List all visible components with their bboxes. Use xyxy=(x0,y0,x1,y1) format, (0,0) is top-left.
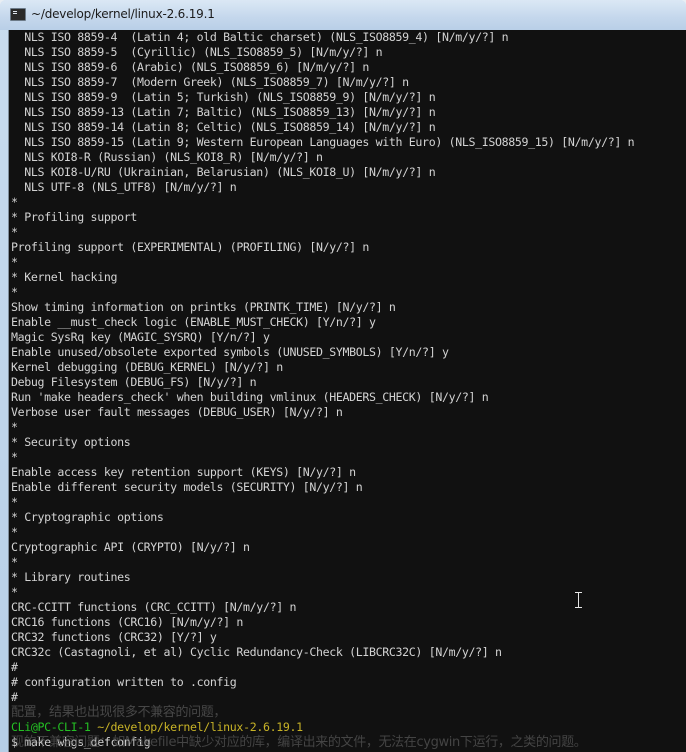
terminal-line: NLS ISO 8859-6 (Arabic) (NLS_ISO8859_6) … xyxy=(11,60,370,74)
terminal-line: * Kernel hacking xyxy=(11,270,118,284)
terminal-line: * Security options xyxy=(11,435,131,449)
terminal-line: * xyxy=(11,225,18,239)
terminal-line: NLS UTF-8 (NLS_UTF8) [N/m/y/?] n xyxy=(11,180,237,194)
terminal-line: CRC32 functions (CRC32) [Y/?] y xyxy=(11,630,217,644)
terminal-line: Cryptographic API (CRYPTO) [N/y/?] n xyxy=(11,540,250,554)
terminal-line: NLS ISO 8859-14 (Latin 8; Celtic) (NLS_I… xyxy=(11,120,436,134)
terminal-line: * xyxy=(11,555,18,569)
terminal-line: * xyxy=(11,255,18,269)
terminal-line: # configuration written to .config xyxy=(11,675,237,689)
terminal-line: Run 'make headers_check' when building v… xyxy=(11,390,489,404)
terminal-line: * xyxy=(11,195,18,209)
terminal-line: * Cryptographic options xyxy=(11,510,164,524)
terminal-line: * xyxy=(11,585,18,599)
terminal-line: NLS ISO 8859-15 (Latin 9; Western Europe… xyxy=(11,135,635,149)
terminal-line: CRC-CCITT functions (CRC_CCITT) [N/m/y/?… xyxy=(11,600,297,614)
output-lines: NLS ISO 8859-4 (Latin 4; old Baltic char… xyxy=(11,30,635,750)
terminal-line: * xyxy=(11,285,18,299)
text-cursor-icon xyxy=(575,592,582,608)
terminal-line: CRC16 functions (CRC16) [N/m/y/?] n xyxy=(11,615,244,629)
command-line[interactable]: $ make whgs_defconfig 现的不兼容问题：如Makefile中缺… xyxy=(11,735,634,750)
terminal-line: Enable access key retention support (KEY… xyxy=(11,465,356,479)
window-title: ~/develop/kernel/linux-2.6.19.1 xyxy=(31,7,215,21)
shell-prompt: CLi@PC-CLI-1 ~/develop/kernel/linux-2.6.… xyxy=(11,720,634,735)
terminal-line: Debug Filesystem (DEBUG_FS) [N/y/?] n xyxy=(11,375,257,389)
terminal-window: ~/develop/kernel/linux-2.6.19.1 Linux内核c… xyxy=(0,0,686,752)
terminal-line: Kernel debugging (DEBUG_KERNEL) [N/y/?] … xyxy=(11,360,283,374)
terminal-line: * xyxy=(11,450,18,464)
command-text: $ make whgs_defconfig xyxy=(11,735,151,749)
terminal-line: * xyxy=(11,420,18,434)
prompt-path: ~/develop/kernel/linux-2.6.19.1 xyxy=(97,720,303,734)
terminal-line: CRC32c (Castagnoli, et al) Cyclic Redund… xyxy=(11,645,502,659)
terminal-line: NLS KOI8-R (Russian) (NLS_KOI8_R) [N/m/y… xyxy=(11,150,323,164)
terminal-line: NLS ISO 8859-5 (Cyrillic) (NLS_ISO8859_5… xyxy=(11,45,383,59)
prompt-user-host: CLi@PC-CLI-1 xyxy=(11,720,91,734)
terminal-line: NLS ISO 8859-4 (Latin 4; old Baltic char… xyxy=(11,30,509,44)
terminal-line: NLS ISO 8859-13 (Latin 7; Baltic) (NLS_I… xyxy=(11,105,436,119)
terminal-line: * Library routines xyxy=(11,570,131,584)
terminal-line: # xyxy=(11,690,18,704)
terminal-output[interactable]: NLS ISO 8859-4 (Latin 4; old Baltic char… xyxy=(8,30,686,752)
terminal-line: Magic SysRq key (MAGIC_SYSRQ) [Y/n/?] y xyxy=(11,330,270,344)
terminal-line: Enable different security models (SECURI… xyxy=(11,480,363,494)
background-ghost-text: 配置，结果也出现很多不兼容的问题， xyxy=(11,705,227,720)
terminal-line: NLS KOI8-U/RU (Ukrainian, Belarusian) (N… xyxy=(11,165,436,179)
terminal-line: NLS ISO 8859-9 (Latin 5; Turkish) (NLS_I… xyxy=(11,90,436,104)
terminal-line: * Profiling support xyxy=(11,210,137,224)
terminal-line: * xyxy=(11,525,18,539)
terminal-line: Show timing information on printks (PRIN… xyxy=(11,300,396,314)
terminal-line: Verbose user fault messages (DEBUG_USER)… xyxy=(11,405,343,419)
terminal-line: Enable unused/obsolete exported symbols … xyxy=(11,345,449,359)
terminal-line: * xyxy=(11,495,18,509)
terminal-line: Profiling support (EXPERIMENTAL) (PROFIL… xyxy=(11,240,370,254)
terminal-line: # xyxy=(11,660,18,674)
terminal-line: Enable __must_check logic (ENABLE_MUST_C… xyxy=(11,315,376,329)
terminal-icon xyxy=(10,8,26,21)
terminal-line: NLS ISO 8859-7 (Modern Greek) (NLS_ISO88… xyxy=(11,75,409,89)
title-bar[interactable]: ~/develop/kernel/linux-2.6.19.1 Linux内核c… xyxy=(0,0,686,44)
